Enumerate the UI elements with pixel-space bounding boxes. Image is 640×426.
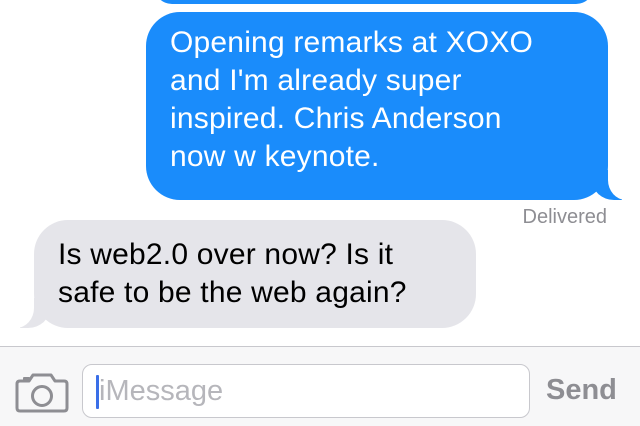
message-line: and I'm already super [170,64,462,97]
message-thread[interactable]: Opening remarks at XOXO and I'm already … [0,0,640,346]
camera-icon [15,373,69,413]
delivery-status: Delivered [522,206,607,228]
camera-button[interactable] [14,371,70,413]
imessage-input[interactable] [83,365,529,417]
text-cursor [96,375,99,409]
message-line: Opening remarks at XOXO [170,26,534,59]
incoming-message-bubble[interactable]: Is web2.0 over now? Is it safe to be the… [4,220,476,328]
message-composer-bar: Send [0,346,640,426]
imessage-text-field[interactable] [82,364,530,418]
message-line: now w keynote. [170,140,380,173]
message-line: safe to be the web again? [58,276,407,309]
imessage-screen: Opening remarks at XOXO and I'm already … [0,0,640,426]
outgoing-message-bubble[interactable]: Opening remarks at XOXO and I'm already … [146,12,638,200]
previous-outgoing-bubble [154,0,594,4]
message-line: Is web2.0 over now? Is it [58,238,394,271]
message-line: inspired. Chris Anderson [170,102,502,135]
send-button[interactable]: Send [546,374,617,407]
